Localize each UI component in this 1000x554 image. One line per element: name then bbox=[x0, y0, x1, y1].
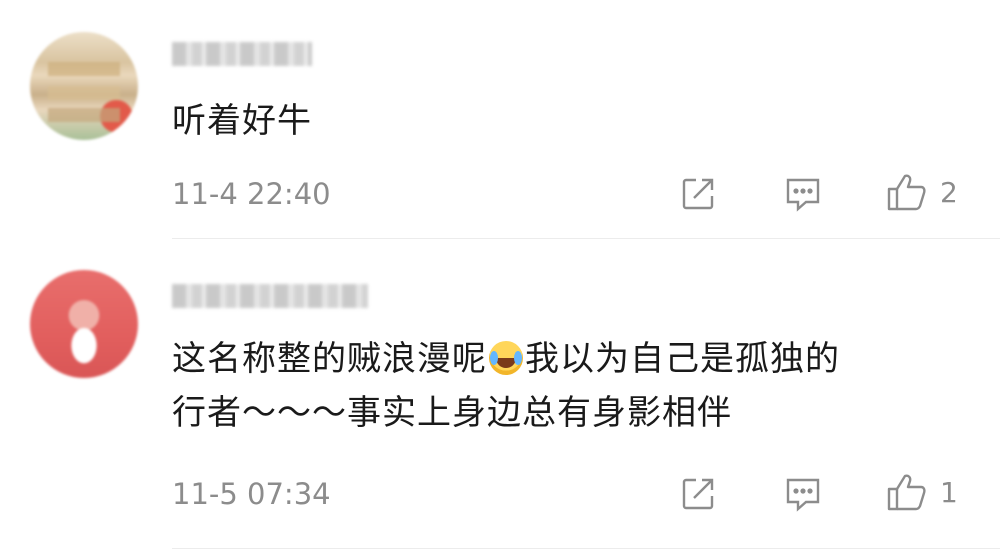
like-button[interactable]: 1 bbox=[886, 472, 958, 512]
share-icon bbox=[682, 178, 714, 210]
comment-timestamp: 11-4 22:40 bbox=[172, 177, 331, 211]
reply-button[interactable] bbox=[784, 476, 822, 512]
avatar[interactable] bbox=[30, 32, 138, 140]
username-blurred[interactable] bbox=[172, 42, 312, 66]
reply-icon bbox=[786, 478, 820, 512]
share-icon bbox=[682, 478, 714, 510]
reply-button[interactable] bbox=[784, 176, 822, 212]
share-button[interactable] bbox=[680, 176, 716, 212]
divider bbox=[172, 548, 1000, 549]
comment-text-part: 我以为自己是孤独的 bbox=[525, 339, 840, 379]
comment-text-part: 这名称整的贼浪漫呢 bbox=[172, 339, 487, 379]
username-blurred[interactable] bbox=[172, 284, 368, 308]
laugh-cry-emoji-icon bbox=[489, 341, 523, 375]
comment-item: 听着好牛 11-4 22:40 2 bbox=[0, 0, 1000, 240]
reply-icon bbox=[786, 178, 820, 212]
like-icon bbox=[887, 474, 926, 511]
comment-item: 这名称整的贼浪漫呢 我以为自己是孤独的 行者～～～事实上身边总有身影相伴 11-5… bbox=[0, 240, 1000, 554]
like-button[interactable]: 2 bbox=[886, 172, 958, 212]
like-count: 1 bbox=[940, 475, 958, 509]
like-icon bbox=[887, 174, 926, 211]
comment-text-line: 行者～～～事实上身边总有身影相伴 bbox=[172, 393, 732, 433]
comment-text: 这名称整的贼浪漫呢 我以为自己是孤独的 行者～～～事实上身边总有身影相伴 bbox=[172, 332, 992, 440]
comment-timestamp: 11-5 07:34 bbox=[172, 477, 331, 511]
divider bbox=[172, 238, 1000, 239]
share-button[interactable] bbox=[680, 476, 716, 512]
comment-text: 听着好牛 bbox=[172, 101, 312, 141]
avatar[interactable] bbox=[30, 270, 138, 378]
like-count: 2 bbox=[940, 175, 958, 209]
